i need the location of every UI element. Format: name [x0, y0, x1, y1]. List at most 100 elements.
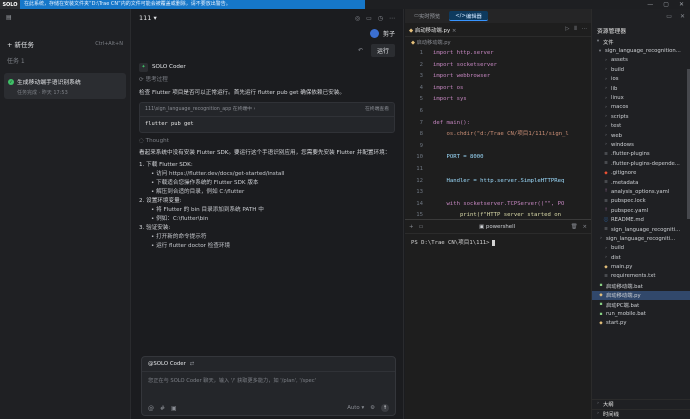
run-icon[interactable]: ▷	[565, 26, 569, 33]
file-item[interactable]: ≡ .flutter-plugins-depende...	[592, 159, 690, 168]
folder-item[interactable]: › dist	[592, 253, 690, 262]
code-line: 14 with socketserver.TCPServer(("", PO	[416, 200, 565, 207]
file-item[interactable]: ▪ run_mobile.bat	[592, 309, 690, 318]
folder-item[interactable]: › windows	[592, 140, 690, 149]
file-item[interactable]: ▪ 启动PC端.bat	[592, 300, 690, 309]
python-icon: ◆	[604, 264, 608, 270]
close-tab-icon[interactable]: ×	[452, 28, 457, 34]
file-name: linux	[611, 95, 624, 102]
git-icon[interactable]: ◎	[355, 15, 360, 22]
folder-item[interactable]: › web	[592, 131, 690, 140]
file-item[interactable]: ! analysis_options.yaml	[592, 187, 690, 196]
folder-item[interactable]: › lib	[592, 84, 690, 93]
folder-item[interactable]: › scripts	[592, 112, 690, 121]
sidebar-toggle-icon[interactable]: ▤	[6, 14, 12, 21]
agent-chip[interactable]: @SOLO Coder	[148, 361, 186, 367]
minimize-icon[interactable]: —	[647, 1, 653, 8]
tab-editor[interactable]: </> 编辑器	[449, 11, 488, 21]
yaml-icon: !	[605, 189, 607, 195]
folder-item[interactable]: › build	[592, 244, 690, 253]
folder-item[interactable]: › sign_language_recogniti...	[592, 234, 690, 243]
yaml-icon: !	[605, 208, 607, 214]
image-icon[interactable]: ▣	[171, 405, 177, 412]
file-name: ios	[611, 76, 619, 83]
chat-icon[interactable]: ▭	[366, 15, 372, 22]
folder-item[interactable]: › ios	[592, 75, 690, 84]
folder-item[interactable]: › test	[592, 122, 690, 131]
hash-icon[interactable]: #	[160, 405, 165, 412]
maximize-icon[interactable]: ▢	[663, 1, 669, 8]
folder-item[interactable]: › assets	[592, 56, 690, 65]
timeline-section[interactable]: › 时间线	[592, 408, 690, 418]
window-close-icon[interactable]: ✕	[680, 13, 685, 20]
breadcrumb: ◆ 启动移动端.py	[411, 40, 451, 46]
file-item[interactable]: ≡ pubspec.lock	[592, 197, 690, 206]
close-terminal-icon[interactable]: ×	[582, 224, 587, 230]
file-icon: ≡	[604, 227, 608, 232]
folder-icon: ›	[600, 236, 602, 242]
window-min-icon[interactable]: ▭	[666, 13, 672, 20]
folder-item[interactable]: › build	[592, 65, 690, 74]
chat-input[interactable]: 您正在与 SOLO Coder 聊天，输入 '/' 获取更多能力，如 '/pla…	[142, 372, 395, 389]
file-name: windows	[611, 141, 634, 148]
file-name: main.py	[611, 264, 633, 271]
file-name: start.py	[606, 320, 627, 327]
split-terminal-icon[interactable]: ▭	[419, 224, 424, 230]
file-item[interactable]: ≡ .metadata	[592, 178, 690, 187]
file-item[interactable]: ◆ main.py	[592, 262, 690, 271]
trash-icon[interactable]: 🗑	[571, 224, 578, 230]
file-name: .gitignore	[611, 170, 637, 177]
folder-item[interactable]: › macos	[592, 103, 690, 112]
outline-section[interactable]: › 大纲	[592, 398, 690, 408]
chat-title[interactable]: 111 ▾	[139, 14, 157, 22]
file-name: test	[611, 123, 622, 130]
model-select[interactable]: Auto ▾	[347, 405, 364, 411]
file-item[interactable]: ≡ sign_language_recogniti...	[592, 225, 690, 234]
terminal-tab[interactable]: ▣ powershell	[479, 224, 515, 230]
folder-icon: ›	[605, 123, 607, 129]
new-terminal-icon[interactable]: +	[409, 224, 414, 230]
more-icon[interactable]: ⋯	[389, 15, 395, 22]
view-in-terminal-link[interactable]: 在终端查看	[365, 105, 389, 114]
terminal-output[interactable]: PS D:\Trae CN\项目1\111>	[405, 234, 591, 250]
thinking-toggle[interactable]: ⟳ 思考过程	[139, 76, 395, 85]
close-icon[interactable]: ✕	[679, 1, 684, 8]
task-sidebar: ▤ + 新任务 Ctrl+Alt+N 任务 1 ✓ 生成移动端手语识别系统 任务完…	[0, 9, 131, 419]
file-tab[interactable]: ◆ 启动移动端.py ×	[409, 25, 457, 34]
file-item[interactable]: ⓘ README.md	[592, 215, 690, 224]
code-editor[interactable]: 1 import http.server 2 import socketserver 3…	[405, 48, 591, 245]
mention-icon[interactable]: @	[148, 405, 154, 412]
run-button[interactable]: 运行	[370, 44, 395, 57]
file-icon: ≡	[604, 198, 608, 204]
file-item[interactable]: ◆ start.py	[592, 319, 690, 328]
send-button[interactable]: ↑	[381, 404, 389, 412]
agent-name: SOLO Coder	[152, 64, 186, 70]
agent-switch-icon[interactable]: ⇄	[190, 361, 195, 367]
folder-item[interactable]: › linux	[592, 93, 690, 102]
history-icon[interactable]: ◷	[378, 15, 383, 22]
file-item[interactable]: ≡ requirements.txt	[592, 272, 690, 281]
tab-live-preview[interactable]: ▭ 实时预览	[408, 11, 446, 21]
plus-icon: +	[7, 41, 15, 49]
file-name: analysis_options.yaml	[611, 188, 670, 195]
split-icon[interactable]: ⫴	[574, 26, 576, 33]
file-name: pubspec.yaml	[611, 207, 649, 214]
root-folder[interactable]: ▾ sign_language_recognition...	[592, 46, 690, 55]
task-item[interactable]: ✓ 生成移动端手语识别系统 任务完成 · 昨天 17:53	[4, 73, 126, 99]
files-section[interactable]: ▾ 文件	[592, 37, 690, 46]
file-item[interactable]: ≡ .flutter-plugins	[592, 150, 690, 159]
more-actions-icon[interactable]: ⋯	[582, 26, 587, 33]
git-icon: ◆	[604, 170, 608, 176]
file-item[interactable]: ▪ 启动移动端.bat	[592, 281, 690, 290]
undo-icon[interactable]: ↶	[358, 47, 363, 54]
file-name: .flutter-plugins-depende...	[611, 160, 680, 167]
settings-icon[interactable]: ⚙	[370, 405, 375, 411]
new-task-button[interactable]: + 新任务 Ctrl+Alt+N	[0, 35, 130, 53]
file-item[interactable]: ◆ .gitignore	[592, 168, 690, 177]
file-item[interactable]: ! pubspec.yaml	[592, 206, 690, 215]
code-line: 10 PORT = 8000	[416, 154, 484, 161]
chevron-down-icon: ▾	[598, 48, 602, 54]
chat-input-box[interactable]: @SOLO Coder ⇄ 您正在与 SOLO Coder 聊天，输入 '/' …	[141, 356, 396, 416]
thought-toggle[interactable]: ◌ Thought	[139, 137, 395, 146]
file-item[interactable]: ◆ 启动移动端.py	[592, 290, 690, 300]
